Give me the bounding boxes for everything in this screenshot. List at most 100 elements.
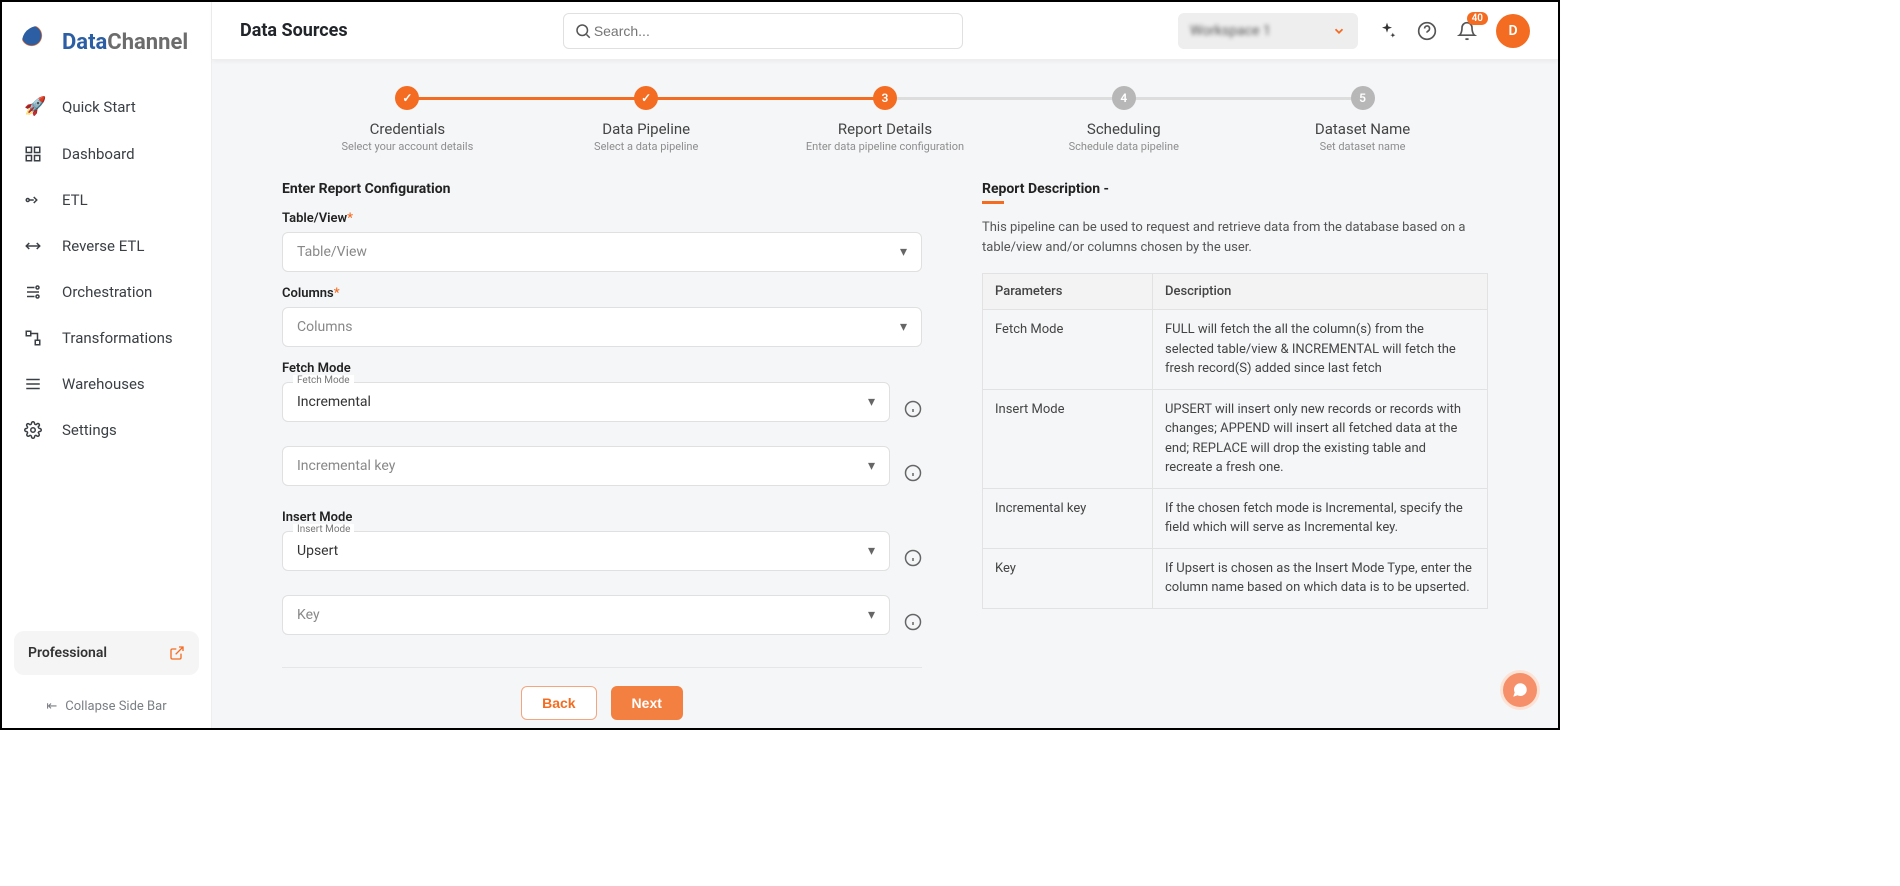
table-view-select[interactable]: Table/View ▾	[282, 232, 922, 272]
sparkle-icon[interactable]	[1376, 20, 1398, 42]
step-sub: Enter data pipeline configuration	[766, 140, 1005, 153]
transformations-icon	[24, 329, 46, 347]
step-report-details[interactable]: 3 Report Details Enter data pipeline con…	[766, 86, 1005, 153]
sidebar-item-label: Quick Start	[62, 98, 136, 116]
search-input[interactable]	[592, 22, 952, 40]
stepper: ✓ Credentials Select your account detail…	[248, 86, 1522, 153]
next-button[interactable]: Next	[611, 686, 683, 720]
sidebar-item-etl[interactable]: ETL	[2, 177, 211, 223]
select-placeholder: Columns	[297, 319, 352, 335]
workspace-select[interactable]: Workspace 1	[1178, 13, 1358, 49]
step-scheduling[interactable]: 4 Scheduling Schedule data pipeline	[1004, 86, 1243, 153]
etl-icon	[24, 191, 46, 209]
sidebar-item-dashboard[interactable]: Dashboard	[2, 131, 211, 177]
desc-cell: If Upsert is chosen as the Insert Mode T…	[1153, 548, 1488, 608]
avatar[interactable]: D	[1496, 14, 1530, 48]
description-heading: Report Description -	[982, 181, 1488, 197]
notif-badge: 40	[1467, 12, 1488, 25]
table-row: Insert Mode UPSERT will insert only new …	[983, 389, 1488, 488]
page-title: Data Sources	[240, 20, 348, 41]
key-select[interactable]: Key ▾	[282, 595, 890, 635]
sidebar-item-label: Reverse ETL	[62, 237, 144, 255]
description-text: This pipeline can be used to request and…	[982, 218, 1488, 257]
report-config-form: Enter Report Configuration Table/View* T…	[282, 181, 922, 720]
desc-cell: UPSERT will insert only new records or r…	[1153, 389, 1488, 488]
step-mark: 5	[1351, 86, 1375, 110]
step-credentials[interactable]: ✓ Credentials Select your account detail…	[288, 86, 527, 153]
select-placeholder: Table/View	[297, 244, 367, 260]
sidebar-item-transformations[interactable]: Transformations	[2, 315, 211, 361]
step-mark: 4	[1112, 86, 1136, 110]
fetch-mode-select[interactable]: Fetch Mode Incremental ▾	[282, 382, 890, 422]
orchestration-icon	[24, 283, 46, 301]
caret-down-icon: ▾	[868, 394, 875, 410]
param-cell: Fetch Mode	[983, 310, 1153, 390]
search-box[interactable]	[563, 13, 963, 49]
sidebar-item-label: Warehouses	[62, 375, 145, 393]
columns-select[interactable]: Columns ▾	[282, 307, 922, 347]
info-icon[interactable]	[904, 464, 922, 482]
collapse-sidebar[interactable]: ⇤ Collapse Side Bar	[2, 685, 211, 728]
caret-down-icon: ▾	[868, 543, 875, 559]
report-description-panel: Report Description - This pipeline can b…	[982, 181, 1488, 720]
step-sub: Set dataset name	[1243, 140, 1482, 153]
brand-text-1: Data	[62, 30, 107, 55]
select-value: Incremental	[297, 394, 371, 410]
reverse-etl-icon	[24, 237, 46, 255]
back-button[interactable]: Back	[521, 686, 596, 720]
float-label: Insert Mode	[293, 524, 354, 535]
form-heading: Enter Report Configuration	[282, 181, 922, 197]
param-cell: Insert Mode	[983, 389, 1153, 488]
insert-mode-label: Insert Mode	[282, 510, 922, 525]
notifications-button[interactable]: 40	[1456, 20, 1478, 42]
sidebar-item-label: Transformations	[62, 329, 173, 347]
select-placeholder: Incremental key	[297, 458, 395, 474]
caret-down-icon: ▾	[900, 244, 907, 260]
sidebar-nav: 🚀 Quick Start Dashboard ETL Reverse ETL	[2, 76, 211, 621]
info-icon[interactable]	[904, 549, 922, 567]
param-cell: Incremental key	[983, 488, 1153, 548]
content: ✓ Credentials Select your account detail…	[212, 60, 1558, 728]
caret-down-icon: ▾	[868, 458, 875, 474]
workspace-name: Workspace 1	[1190, 23, 1271, 39]
insert-mode-select[interactable]: Insert Mode Upsert ▾	[282, 531, 890, 571]
brand-mark-icon	[22, 26, 54, 58]
brand-logo: DataChannel	[2, 2, 211, 76]
plan-box[interactable]: Professional	[14, 631, 199, 675]
step-sub: Select your account details	[288, 140, 527, 153]
table-view-label: Table/View*	[282, 211, 922, 226]
float-label: Fetch Mode	[293, 375, 354, 386]
step-title: Credentials	[288, 120, 527, 138]
info-icon[interactable]	[904, 400, 922, 418]
step-mark: ✓	[395, 86, 419, 110]
sidebar-item-reverse-etl[interactable]: Reverse ETL	[2, 223, 211, 269]
columns-label: Columns*	[282, 286, 922, 301]
incremental-key-select[interactable]: Incremental key ▾	[282, 446, 890, 486]
caret-down-icon: ▾	[900, 319, 907, 335]
collapse-label: Collapse Side Bar	[65, 699, 166, 714]
sidebar: DataChannel 🚀 Quick Start Dashboard ETL …	[2, 2, 212, 728]
step-title: Dataset Name	[1243, 120, 1482, 138]
sidebar-item-quick-start[interactable]: 🚀 Quick Start	[2, 82, 211, 131]
fetch-mode-label: Fetch Mode	[282, 361, 922, 376]
select-value: Upsert	[297, 543, 338, 559]
accent-bar	[982, 201, 1004, 204]
step-dataset-name[interactable]: 5 Dataset Name Set dataset name	[1243, 86, 1482, 153]
step-data-pipeline[interactable]: ✓ Data Pipeline Select a data pipeline	[527, 86, 766, 153]
table-row: Incremental key If the chosen fetch mode…	[983, 488, 1488, 548]
chevron-down-icon	[1332, 24, 1346, 38]
chat-fab[interactable]	[1500, 670, 1540, 710]
caret-down-icon: ▾	[868, 607, 875, 623]
select-placeholder: Key	[297, 607, 320, 623]
step-title: Scheduling	[1004, 120, 1243, 138]
step-sub: Select a data pipeline	[527, 140, 766, 153]
sidebar-item-warehouses[interactable]: Warehouses	[2, 361, 211, 407]
sidebar-item-settings[interactable]: Settings	[2, 407, 211, 453]
parameters-table: Parameters Description Fetch Mode FULL w…	[982, 273, 1488, 609]
sidebar-item-orchestration[interactable]: Orchestration	[2, 269, 211, 315]
table-row: Key If Upsert is chosen as the Insert Mo…	[983, 548, 1488, 608]
info-icon[interactable]	[904, 613, 922, 631]
sidebar-item-label: Dashboard	[62, 145, 135, 163]
help-icon[interactable]	[1416, 20, 1438, 42]
param-cell: Key	[983, 548, 1153, 608]
